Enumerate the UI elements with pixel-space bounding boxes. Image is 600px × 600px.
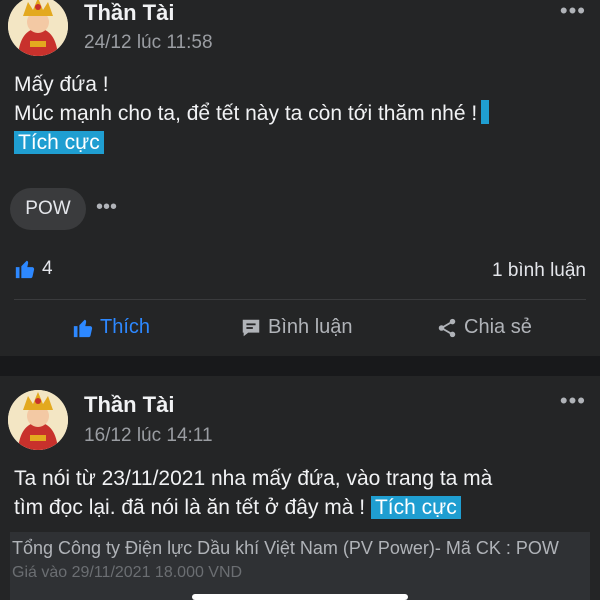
divider <box>14 299 586 300</box>
feed-separator <box>0 356 600 376</box>
link-preview-title: Tổng Công ty Điện lực Dầu khí Việt Nam (… <box>12 538 559 558</box>
reaction-summary[interactable]: 4 <box>14 258 53 280</box>
comment-icon <box>242 319 260 336</box>
share-icon <box>438 318 456 337</box>
sentiment-tag[interactable]: Tích cực <box>370 496 461 519</box>
sentiment-tag[interactable]: Tích cực <box>14 131 104 154</box>
post-text-segment: tìm đọc lại. đã nói là ăn tết ở đây mà ! <box>14 496 366 519</box>
like-label: Thích <box>100 316 151 338</box>
avatar-image <box>8 390 68 450</box>
more-icon[interactable]: ••• <box>96 196 117 219</box>
sentiment-tag-marker <box>481 100 490 124</box>
home-indicator <box>192 594 408 600</box>
more-icon[interactable]: ••• <box>560 390 586 412</box>
post-text-segment: Múc mạnh cho ta, để tết này ta còn tới t… <box>14 102 478 125</box>
share-button[interactable]: Chia sẻ <box>436 316 532 339</box>
post-time[interactable]: 16/12 lúc 14:11 <box>84 425 213 447</box>
avatar[interactable] <box>8 390 68 450</box>
post-text-line: Mấy đứa ! <box>14 73 109 96</box>
like-icon <box>73 319 93 337</box>
comment-count[interactable]: 1 bình luận <box>492 260 586 282</box>
post-text-line: Ta nói từ 23/11/2021 nha mấy đứa, vào tr… <box>14 467 493 490</box>
comment-button[interactable]: Bình luận <box>240 316 353 339</box>
post-time[interactable]: 24/12 lúc 11:58 <box>84 32 213 54</box>
share-label: Chia sẻ <box>464 316 532 338</box>
like-icon <box>15 260 35 279</box>
more-icon[interactable]: ••• <box>560 0 586 22</box>
link-preview-subtitle: Giá vào 29/11/2021 18.000 VND <box>12 564 243 581</box>
post-text: Ta nói từ 23/11/2021 nha mấy đứa, vào tr… <box>14 464 588 522</box>
post-author[interactable]: Thần Tài <box>84 0 174 26</box>
post-text: Mấy đứa ! Múc mạnh cho ta, để tết này ta… <box>14 70 588 157</box>
like-count: 4 <box>42 258 53 279</box>
like-button[interactable]: Thích <box>72 316 150 339</box>
post-text-line: Múc mạnh cho ta, để tết này ta còn tới t… <box>14 99 588 128</box>
comment-label: Bình luận <box>268 316 353 338</box>
ticker-chip[interactable]: POW <box>10 188 86 230</box>
post-author[interactable]: Thần Tài <box>84 392 174 418</box>
link-preview[interactable]: Tổng Công ty Điện lực Dầu khí Việt Nam (… <box>10 532 590 600</box>
post-text-line: tìm đọc lại. đã nói là ăn tết ở đây mà !… <box>14 493 588 522</box>
